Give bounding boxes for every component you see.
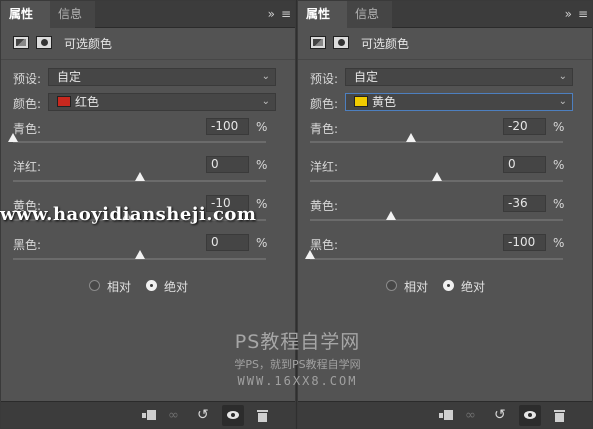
- colors-select[interactable]: 红色 ⌄: [48, 93, 276, 111]
- collapse-panel-icon[interactable]: »: [268, 7, 275, 21]
- yellow-label: 黄色:: [310, 199, 339, 213]
- preset-label: 预设:: [310, 72, 339, 86]
- adjustment-header: 可选颜色: [9, 34, 287, 54]
- method-radio-group: 相对 绝对: [1, 277, 295, 295]
- watermark-site-url: www.haoyidiansheji.com: [0, 204, 257, 225]
- colors-select[interactable]: 黄色 ⌄: [345, 93, 573, 111]
- cyan-input[interactable]: -100: [206, 118, 249, 135]
- cyan-slider-thumb[interactable]: [8, 133, 18, 142]
- panel-tab-bar: 属性 信息 » ≡: [1, 1, 295, 28]
- adjustment-layer-icon: [13, 36, 29, 49]
- radio-absolute-label: 绝对: [164, 280, 189, 294]
- preset-value: 自定: [57, 70, 82, 84]
- radio-absolute-label: 绝对: [461, 280, 486, 294]
- panel-footer: ∞ ↺: [298, 401, 592, 428]
- percent-sign: %: [553, 158, 565, 172]
- percent-sign: %: [553, 197, 565, 211]
- divider: [1, 59, 295, 60]
- colors-value: 红色: [75, 95, 100, 109]
- tab-info[interactable]: 信息: [347, 1, 392, 28]
- layer-mask-icon[interactable]: [36, 36, 52, 49]
- watermark-title: PS教程自学网: [234, 331, 361, 353]
- percent-sign: %: [256, 236, 268, 250]
- panel-menu-icon[interactable]: ≡: [578, 7, 588, 21]
- preset-select[interactable]: 自定 ⌄: [48, 68, 276, 86]
- divider: [298, 59, 592, 60]
- magenta-label: 洋红:: [310, 160, 339, 174]
- percent-sign: %: [553, 120, 565, 134]
- view-previous-state-icon[interactable]: ∞: [465, 408, 482, 423]
- view-previous-state-icon[interactable]: ∞: [168, 408, 185, 423]
- visibility-eye-icon[interactable]: [519, 405, 541, 426]
- trash-icon[interactable]: [551, 408, 568, 423]
- colors-value: 黄色: [372, 95, 397, 109]
- black-input[interactable]: -100: [503, 234, 546, 251]
- color-swatch-red: [57, 96, 71, 107]
- radio-relative-circle[interactable]: [386, 280, 397, 291]
- percent-sign: %: [553, 236, 565, 250]
- visibility-eye-icon[interactable]: [222, 405, 244, 426]
- preset-select[interactable]: 自定 ⌄: [345, 68, 573, 86]
- cyan-slider-track[interactable]: [8, 133, 266, 143]
- method-radio-group: 相对 绝对: [298, 277, 592, 295]
- yellow-slider-track[interactable]: [310, 211, 563, 221]
- yellow-input[interactable]: -36: [503, 195, 546, 212]
- black-slider-thumb[interactable]: [134, 250, 145, 259]
- layer-mask-icon[interactable]: [333, 36, 349, 49]
- yellow-slider-thumb[interactable]: [385, 211, 396, 220]
- magenta-slider-track[interactable]: [13, 172, 266, 182]
- chevron-down-icon: ⌄: [261, 96, 270, 107]
- cyan-label: 青色:: [310, 122, 339, 136]
- black-slider-thumb[interactable]: [305, 250, 315, 259]
- cyan-slider-thumb[interactable]: [406, 133, 417, 142]
- black-slider-track[interactable]: [305, 250, 563, 260]
- radio-absolute-circle[interactable]: [443, 280, 454, 291]
- preset-label: 预设:: [13, 72, 42, 86]
- panel-footer: ∞ ↺: [1, 401, 295, 428]
- colors-label: 颜色:: [310, 97, 339, 111]
- adjustment-layer-icon: [310, 36, 326, 49]
- cyan-slider-track[interactable]: [310, 133, 563, 143]
- color-swatch-yellow: [354, 96, 368, 107]
- tab-properties[interactable]: 属性: [1, 1, 50, 28]
- cyan-input[interactable]: -20: [503, 118, 546, 135]
- reset-icon[interactable]: ↺: [494, 408, 511, 423]
- adjustment-header: 可选颜色: [306, 34, 584, 54]
- collapse-panel-icon[interactable]: »: [565, 7, 572, 21]
- chevron-down-icon: ⌄: [261, 71, 270, 82]
- radio-relative-label: 相对: [404, 280, 429, 294]
- magenta-input[interactable]: 0: [503, 156, 546, 173]
- radio-relative-circle[interactable]: [89, 280, 100, 291]
- black-slider-track[interactable]: [13, 250, 266, 260]
- magenta-slider-track[interactable]: [310, 172, 563, 182]
- watermark-block: PS教程自学网 学PS，就到PS教程自学网 WWW.16XX8.COM: [190, 327, 405, 388]
- radio-absolute-circle[interactable]: [146, 280, 157, 291]
- watermark-url: WWW.16XX8.COM: [237, 374, 358, 388]
- percent-sign: %: [256, 197, 268, 211]
- tab-info[interactable]: 信息: [50, 1, 95, 28]
- chevron-down-icon: ⌄: [558, 96, 567, 107]
- percent-sign: %: [256, 120, 268, 134]
- black-label: 黑色:: [13, 238, 42, 252]
- watermark-subtitle: 学PS，就到PS教程自学网: [234, 358, 361, 371]
- adjustment-title: 可选颜色: [64, 37, 113, 51]
- radio-relative-label: 相对: [107, 280, 132, 294]
- percent-sign: %: [256, 158, 268, 172]
- magenta-slider-thumb[interactable]: [431, 172, 442, 181]
- clip-to-layer-icon[interactable]: [140, 408, 157, 423]
- chevron-down-icon: ⌄: [558, 71, 567, 82]
- panel-tab-bar: 属性 信息 » ≡: [298, 1, 592, 28]
- trash-icon[interactable]: [254, 408, 271, 423]
- panel-menu-icon[interactable]: ≡: [281, 7, 291, 21]
- colors-label: 颜色:: [13, 97, 42, 111]
- magenta-input[interactable]: 0: [206, 156, 249, 173]
- preset-value: 自定: [354, 70, 379, 84]
- reset-icon[interactable]: ↺: [197, 408, 214, 423]
- tab-properties[interactable]: 属性: [298, 1, 347, 28]
- adjustment-title: 可选颜色: [361, 37, 410, 51]
- magenta-label: 洋红:: [13, 160, 42, 174]
- black-input[interactable]: 0: [206, 234, 249, 251]
- magenta-slider-thumb[interactable]: [134, 172, 145, 181]
- clip-to-layer-icon[interactable]: [437, 408, 454, 423]
